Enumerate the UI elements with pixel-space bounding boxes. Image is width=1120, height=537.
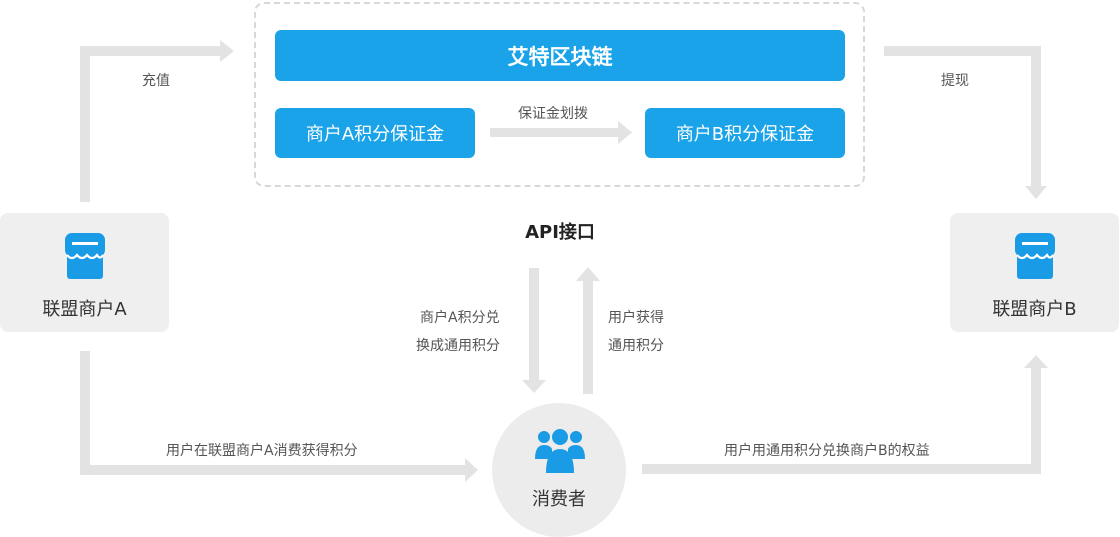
withdraw-label: 提现 (941, 73, 969, 89)
blockchain-title: 艾特区块链 (275, 30, 845, 81)
withdraw-arrowhead (1025, 186, 1047, 199)
redeem-arrow-vertical (1031, 368, 1041, 474)
deposit-transfer-label: 保证金划拨 (518, 106, 588, 122)
earn-arrowhead (465, 458, 478, 482)
merchant-b-label: 联盟商户B (992, 299, 1077, 320)
recharge-label: 充值 (142, 73, 170, 89)
recharge-arrow-horizontal (80, 46, 220, 56)
recharge-arrowhead (220, 40, 234, 62)
api-down-arrowhead (522, 380, 546, 393)
consumer-label: 消费者 (532, 489, 586, 510)
withdraw-arrow-horizontal (884, 46, 1041, 56)
merchant-b-card: 联盟商户B (950, 213, 1119, 332)
merchant-a-label: 联盟商户A (42, 299, 127, 320)
user-gets-label-line1: 用户获得 (608, 310, 664, 326)
api-up-arrowhead (576, 267, 600, 281)
merchant-a-deposit: 商户A积分保证金 (275, 108, 475, 158)
api-up-line (583, 280, 593, 394)
earn-arrow-vertical (80, 351, 90, 474)
merchant-b-deposit: 商户B积分保证金 (645, 108, 845, 158)
api-interface-label: API接口 (525, 222, 595, 243)
redeem-points-label: 用户用通用积分兑换商户B的权益 (724, 443, 930, 459)
redeem-arrowhead (1024, 355, 1048, 368)
merchant-a-card: 联盟商户A (0, 213, 169, 332)
withdraw-arrow-vertical (1031, 46, 1041, 186)
user-gets-label-line2: 通用积分 (608, 338, 664, 354)
convert-points-label-line1: 商户A积分兑 (420, 310, 500, 326)
api-down-line (529, 268, 539, 380)
store-icon (1015, 233, 1055, 279)
earn-arrow-horizontal (80, 465, 465, 475)
convert-points-label-line2: 换成通用积分 (416, 338, 500, 354)
recharge-arrow-vertical (80, 46, 90, 202)
earn-points-label: 用户在联盟商户A消费获得积分 (166, 443, 358, 459)
store-icon (65, 233, 105, 279)
users-icon (535, 429, 585, 473)
redeem-arrow-horizontal (642, 464, 1041, 474)
consumer-node: 消费者 (492, 403, 626, 537)
